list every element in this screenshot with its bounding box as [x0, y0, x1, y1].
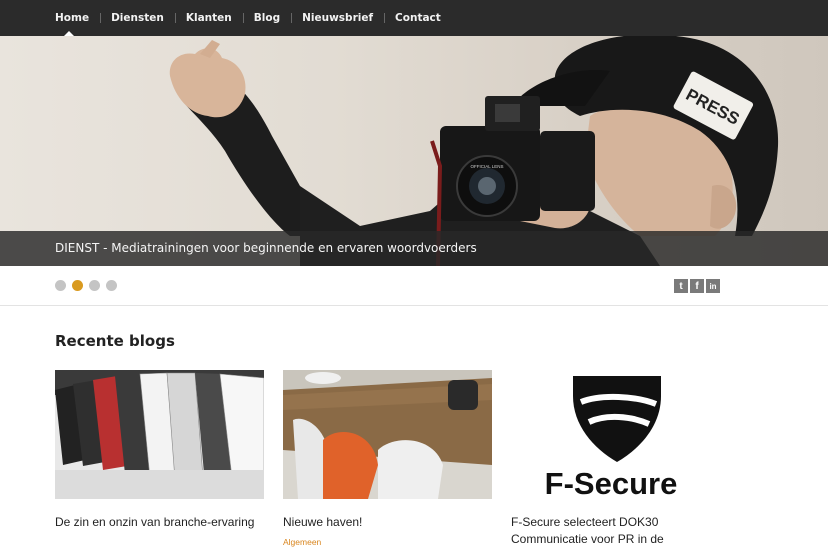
- hero-caption[interactable]: DIENST - Mediatrainingen voor beginnende…: [55, 241, 477, 255]
- hero-caption-bar: DIENST - Mediatrainingen voor beginnende…: [0, 231, 828, 266]
- slider-dot-3[interactable]: [89, 280, 100, 291]
- office-photo: [283, 370, 492, 499]
- nav-item-diensten[interactable]: Diensten: [100, 0, 175, 36]
- facebook-icon[interactable]: f: [690, 279, 704, 293]
- section-divider: [0, 305, 828, 306]
- slider-pagination: [55, 280, 117, 291]
- nav-item-nieuwsbrief[interactable]: Nieuwsbrief: [291, 0, 384, 36]
- hero-slider[interactable]: PRESS OFFICIAL LENS DIENST - Mediatraini…: [0, 36, 828, 266]
- fsecure-logo-text: F-Secure: [545, 466, 678, 499]
- sneakers-photo: [55, 370, 264, 499]
- nav-item-home[interactable]: Home: [55, 0, 100, 36]
- blog-title[interactable]: Nieuwe haven!: [283, 514, 492, 531]
- blog-card[interactable]: Nieuwe haven! Algemeen: [283, 370, 492, 547]
- top-navigation: Home Diensten Klanten Blog Nieuwsbrief C…: [0, 0, 828, 36]
- blog-category[interactable]: Algemeen: [283, 537, 492, 547]
- nav-menu: Home Diensten Klanten Blog Nieuwsbrief C…: [55, 0, 452, 36]
- slider-dot-1[interactable]: [55, 280, 66, 291]
- slider-dot-2[interactable]: [72, 280, 83, 291]
- blog-image-sneakers[interactable]: [55, 370, 264, 499]
- linkedin-icon[interactable]: in: [706, 279, 720, 293]
- twitter-icon[interactable]: t: [674, 279, 688, 293]
- blog-title[interactable]: De zin en onzin van branche-ervaring: [55, 514, 264, 531]
- recent-blogs-heading: Recente blogs: [55, 332, 175, 350]
- camera-lens-text: OFFICIAL LENS: [470, 164, 503, 169]
- blog-image-fsecure[interactable]: F-Secure: [511, 370, 720, 499]
- blog-card[interactable]: F-Secure F-Secure selecteert DOK30 Commu…: [511, 370, 720, 548]
- nav-item-contact[interactable]: Contact: [384, 0, 452, 36]
- nav-item-blog[interactable]: Blog: [242, 0, 291, 36]
- blog-card[interactable]: De zin en onzin van branche-ervaring: [55, 370, 264, 531]
- blog-title[interactable]: F-Secure selecteert DOK30 Communicatie v…: [511, 514, 720, 548]
- slider-dot-4[interactable]: [106, 280, 117, 291]
- nav-item-klanten[interactable]: Klanten: [174, 0, 243, 36]
- blog-image-office[interactable]: [283, 370, 492, 499]
- fsecure-logo: F-Secure: [511, 370, 720, 499]
- social-links: t f in: [674, 279, 720, 293]
